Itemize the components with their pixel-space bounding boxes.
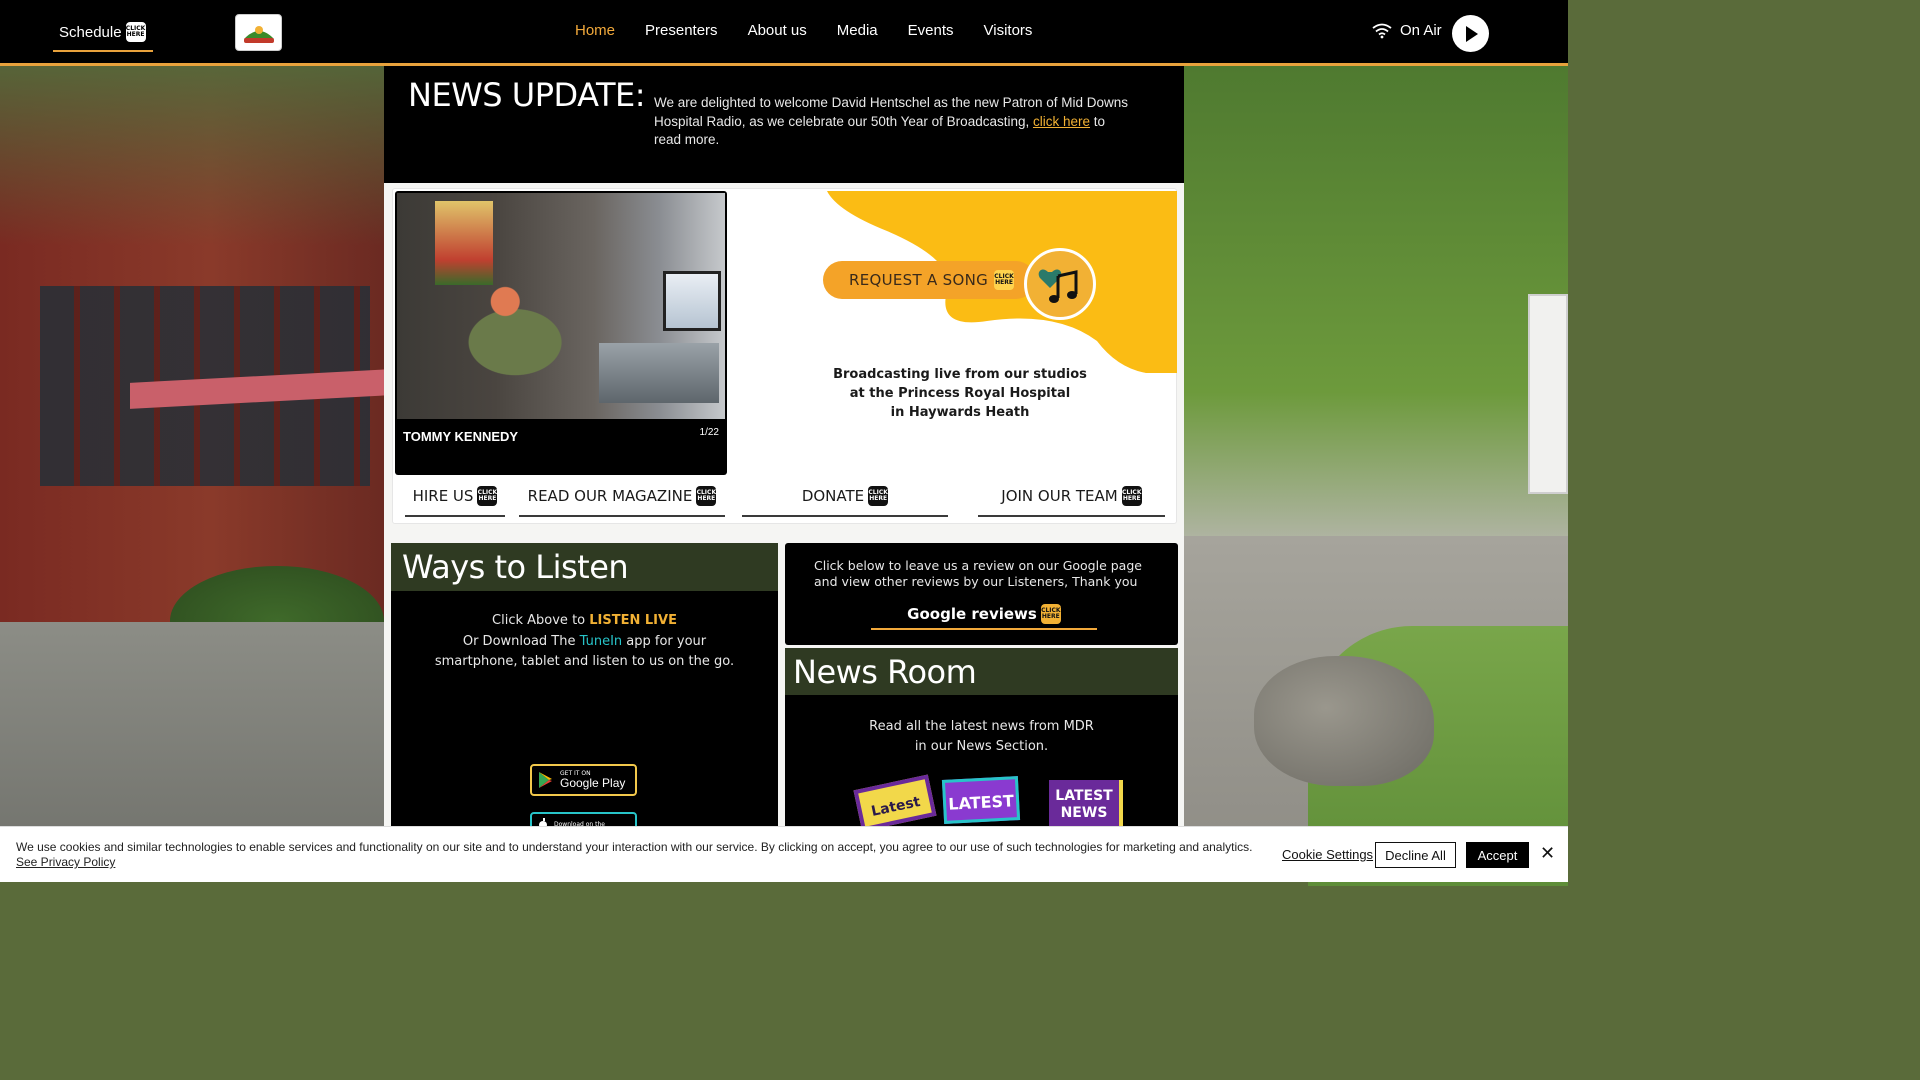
google-play-big-text: Google Play [560,776,626,790]
click-here-badge: CLICK HERE [994,270,1015,290]
accept-button[interactable]: Accept [1466,842,1529,868]
google-play-button[interactable]: GET IT ON Google Play [530,764,637,796]
join-team-button[interactable]: JOIN OUR TEAM CLICK HERE [978,477,1165,517]
broadcast-info: Broadcasting live from our studios at th… [793,365,1127,422]
latest-sticker-2-text: LATEST [947,791,1015,814]
news-update-link[interactable]: click here [1033,114,1090,129]
tunein-highlight: TuneIn [579,633,623,649]
play-button[interactable] [1452,15,1489,52]
background-photo-left [0,66,390,882]
play-icon [1465,25,1478,42]
latest-sticker-1-text: Latest [869,793,922,820]
presenter-slideshow[interactable]: TOMMY KENNEDY 1/22 [395,191,727,475]
click-here-badge: CLICK HERE [868,486,889,506]
ways-to-listen-header: Ways to Listen [391,543,778,591]
read-magazine-label: READ OUR MAGAZINE [527,487,693,505]
google-reviews-label: Google reviews [907,605,1037,623]
logo-icon [243,25,274,43]
call-to-action-row: HIRE US CLICK HERE READ OUR MAGAZINE CLI… [393,477,1178,521]
listen-line3: smartphone, tablet and listen to us on t… [434,654,735,669]
nav-presenters[interactable]: Presenters [645,22,718,39]
broadcast-line-3: in Haywards Heath [890,405,1030,420]
heart-music-icon [1038,269,1078,303]
slide-counter: 1/22 [699,427,719,438]
station-logo[interactable] [235,14,282,51]
news-room-header: News Room [785,648,1178,695]
request-song-label: REQUEST A SONG [849,271,989,289]
broadcast-line-1: Broadcasting live from our studios [833,367,1087,382]
google-play-icon [539,772,552,788]
close-icon[interactable]: ✕ [1540,843,1555,864]
listen-line2-suffix: app for your [622,633,707,649]
click-here-badge: CLICK HERE [1040,604,1061,624]
click-here-badge: CLICK HERE [696,486,717,506]
presenter-photo [397,193,725,419]
on-air-label: On Air [1400,22,1442,39]
cookie-text: We use cookies and similar technologies … [16,840,1266,870]
cookie-message: We use cookies and similar technologies … [16,840,1253,854]
nav-about-us[interactable]: About us [748,22,807,39]
click-here-badge: CLICK HERE [1121,486,1142,506]
nav-visitors[interactable]: Visitors [984,22,1033,39]
hospital-sign [1528,294,1568,494]
hire-us-button[interactable]: HIRE US CLICK HERE [405,477,505,517]
main-content: NEWS UPDATE: We are delighted to welcome… [384,66,1184,882]
decline-all-button[interactable]: Decline All [1375,842,1456,868]
schedule-button[interactable]: Schedule CLICK HERE [53,14,153,52]
donate-label: DONATE [801,487,865,505]
cookie-consent-bar: We use cookies and similar technologies … [0,826,1568,882]
news-update-banner: NEWS UPDATE: We are delighted to welcome… [384,66,1184,183]
latest-news-sticker[interactable]: LATEST NEWS [1049,780,1123,832]
schedule-label: Schedule [59,23,122,41]
studio-monitor [663,271,721,331]
listen-live-highlight: LISTEN LIVE [589,613,677,628]
news-room-line2: in our News Section. [914,739,1049,754]
ways-to-listen-text: Click Above to LISTEN LIVE Or Download T… [391,611,778,673]
main-nav: Home Presenters About us Media Events Vi… [575,22,1032,39]
news-update-text: We are delighted to welcome David Hentsc… [654,94,1134,150]
latest-news-sticker-text: LATEST NEWS [1055,788,1113,821]
rock [1254,656,1434,786]
ways-to-listen-title: Ways to Listen [402,548,629,586]
read-magazine-button[interactable]: READ OUR MAGAZINE CLICK HERE [519,477,725,517]
broadcast-line-2: at the Princess Royal Hospital [849,386,1071,401]
studio-poster [435,201,493,285]
nav-events[interactable]: Events [908,22,954,39]
listen-line2-prefix: Or Download The [462,633,580,649]
wifi-icon [1372,23,1392,38]
request-song-button[interactable]: REQUEST A SONG CLICK HERE [823,261,1035,299]
google-reviews-text: Click below to leave us a review on our … [814,558,1142,589]
click-here-badge: CLICK HERE [125,22,146,42]
featured-card: TOMMY KENNEDY 1/22 REQUEST A SONG CLICK … [392,188,1177,524]
google-reviews-button[interactable]: Google reviews CLICK HERE [871,600,1097,630]
news-room-text: Read all the latest news from MDR in our… [785,717,1178,757]
privacy-policy-link[interactable]: See Privacy Policy [16,855,115,869]
latest-sticker-2[interactable]: LATEST [941,776,1021,824]
site-header: Schedule CLICK HERE Home Presenters Abou… [0,0,1568,66]
on-air-indicator: On Air [1372,22,1442,39]
join-team-label: JOIN OUR TEAM [1001,487,1118,505]
cookie-settings-button[interactable]: Cookie Settings [1282,847,1373,862]
click-here-badge: CLICK HERE [477,486,498,506]
donate-button[interactable]: DONATE CLICK HERE [742,477,948,517]
music-note-icon[interactable] [1024,248,1096,320]
listen-line1-prefix: Click Above to [492,613,590,628]
nav-home[interactable]: Home [575,22,615,39]
news-room-line1: Read all the latest news from MDR [869,719,1094,734]
background-photo-right [1184,66,1568,886]
news-room-title: News Room [793,652,977,691]
hire-us-label: HIRE US [412,487,474,505]
mixing-desk [599,343,719,403]
news-update-title: NEWS UPDATE: [408,76,646,114]
slide-caption: TOMMY KENNEDY [403,429,519,444]
google-reviews-panel: Click below to leave us a review on our … [785,543,1178,645]
nav-media[interactable]: Media [837,22,878,39]
latest-sticker-1[interactable]: Latest [853,774,937,832]
